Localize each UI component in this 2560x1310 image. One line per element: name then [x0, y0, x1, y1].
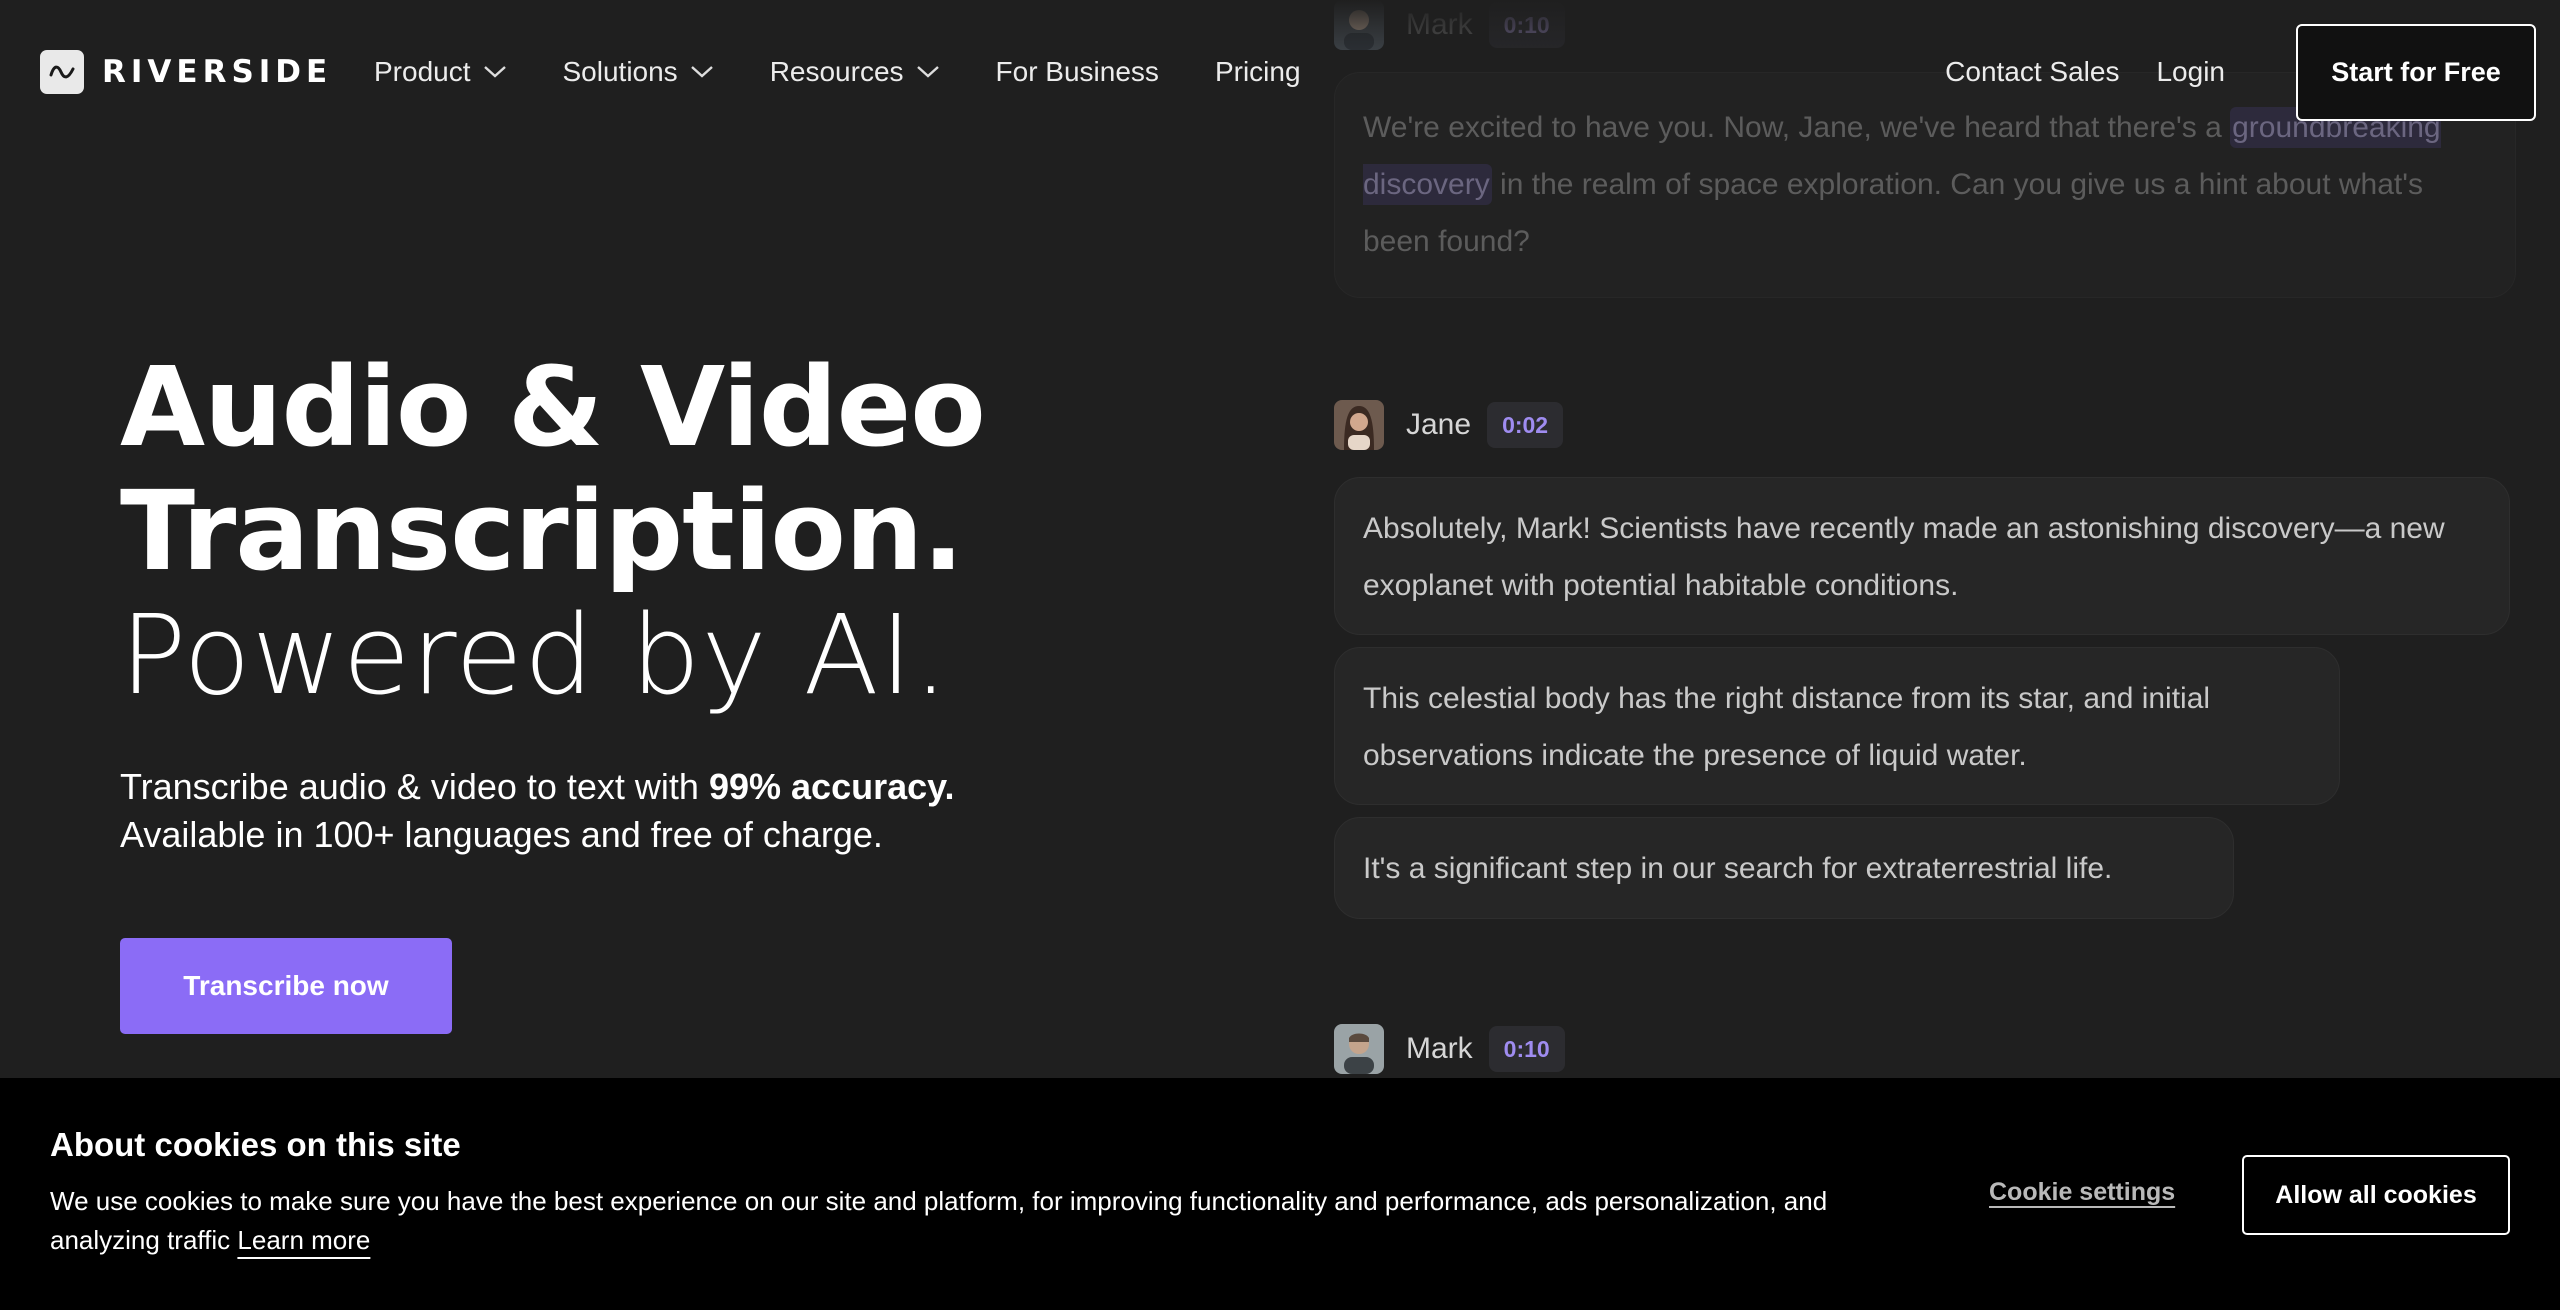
hero-subtitle-line-2: Available in 100+ languages and free of … — [120, 814, 883, 855]
login-link[interactable]: Login — [2156, 56, 2225, 88]
avatar — [1334, 1024, 1384, 1074]
transcript-bubble: This celestial body has the right distan… — [1334, 647, 2340, 805]
page: RIVERSIDE Product Solutions Resources Fo… — [0, 0, 2560, 1310]
hero-subtitle-accuracy: 99% accuracy. — [708, 766, 955, 807]
transcript-preview: Mark 0:10 We're excited to have you. Now… — [1334, 0, 2516, 1080]
cookie-settings-link[interactable]: Cookie settings — [1989, 1178, 2175, 1207]
timestamp-badge: 0:02 — [1487, 402, 1564, 448]
hero-title-line-1: Audio & Video — [120, 343, 986, 471]
top-nav: RIVERSIDE Product Solutions Resources Fo… — [0, 0, 2560, 146]
logo[interactable]: RIVERSIDE — [40, 50, 332, 94]
chevron-down-icon — [916, 65, 940, 79]
learn-more-link[interactable]: Learn more — [237, 1225, 370, 1255]
nav-item-product[interactable]: Product — [374, 56, 507, 88]
start-for-free-button[interactable]: Start for Free — [2296, 23, 2536, 121]
timestamp-badge: 0:10 — [1488, 1026, 1565, 1072]
speaker-name: Mark — [1406, 1032, 1473, 1065]
allow-all-cookies-button[interactable]: Allow all cookies — [2242, 1155, 2510, 1235]
riverside-wave-icon — [40, 50, 84, 94]
nav-item-label: Product — [374, 56, 471, 87]
contact-sales-link[interactable]: Contact Sales — [1945, 56, 2119, 88]
avatar — [1334, 400, 1384, 450]
cookie-banner: About cookies on this site We use cookie… — [0, 1078, 2560, 1310]
nav-item-resources[interactable]: Resources — [770, 56, 940, 88]
nav-item-solutions[interactable]: Solutions — [563, 56, 714, 88]
nav-item-label: Solutions — [562, 56, 678, 87]
hero-subtitle-text: Transcribe audio & video to text with — [120, 766, 709, 807]
hero: Audio & Video Transcription. Powered by … — [120, 345, 1220, 859]
hero-title-line-3: Powered by AI. — [120, 591, 950, 719]
nav-item-label: Pricing — [1214, 56, 1301, 87]
nav-item-label: For Business — [995, 56, 1159, 87]
nav-item-pricing[interactable]: Pricing — [1215, 56, 1301, 88]
hero-subtitle: Transcribe audio & video to text with 99… — [120, 763, 1220, 859]
transcript-bubble: It's a significant step in our search fo… — [1334, 817, 2234, 919]
cookie-description: We use cookies to make sure you have the… — [50, 1182, 1870, 1260]
brand-name: RIVERSIDE — [102, 54, 333, 90]
speaker-name: Jane — [1406, 408, 1472, 441]
hero-title-line-2: Transcription. — [120, 467, 964, 595]
chevron-down-icon — [483, 65, 507, 79]
transcribe-now-button[interactable]: Transcribe now — [120, 938, 452, 1034]
transcript-bubble: Absolutely, Mark! Scientists have recent… — [1334, 477, 2510, 635]
nav-links: Product Solutions Resources For Business — [374, 52, 1357, 92]
speaker-header: Jane 0:02 — [1334, 400, 1564, 450]
chevron-down-icon — [690, 65, 714, 79]
nav-actions: Contact Sales Login Start for Free — [1945, 23, 2560, 121]
nav-item-for-business[interactable]: For Business — [996, 56, 1159, 88]
speaker-header: Mark 0:10 — [1334, 1024, 1565, 1074]
nav-item-label: Resources — [769, 56, 904, 87]
bubble-text: in the realm of space exploration. Can y… — [1363, 168, 2423, 258]
cookie-title: About cookies on this site — [50, 1126, 461, 1163]
